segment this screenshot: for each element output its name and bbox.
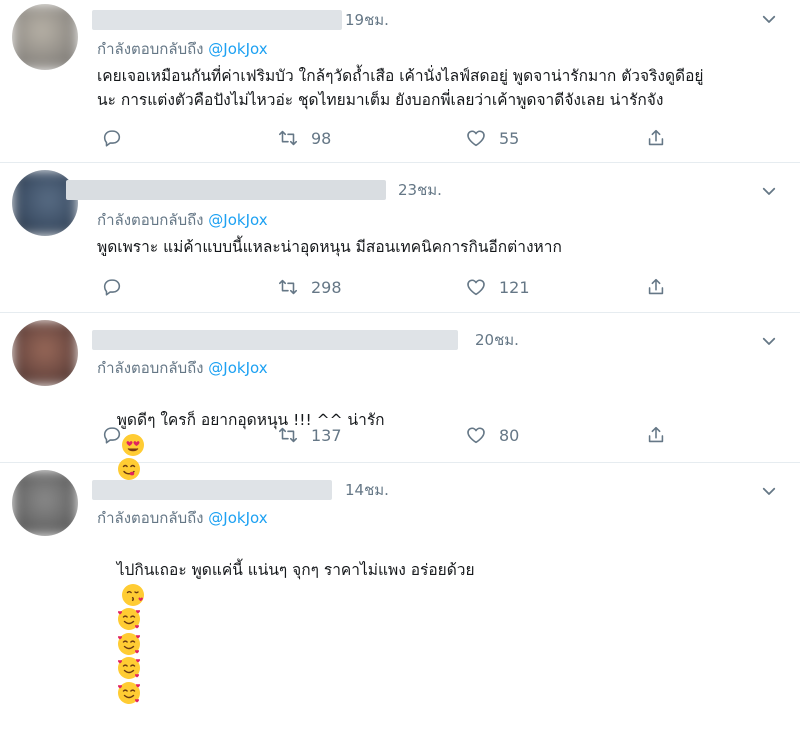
smiling-hearts-emoji-icon	[117, 608, 140, 630]
like-button[interactable]: 55	[465, 125, 519, 151]
tweet-text: เคยเจอเหมือนกันที่ค่าเฟริมบัว ใกล้ๆวัดถ้…	[97, 67, 704, 109]
like-count: 121	[499, 277, 530, 297]
reply-handle-link[interactable]: @JokJox	[208, 359, 267, 377]
tweet-header: 19ชม.	[92, 8, 712, 32]
reply-icon	[103, 279, 121, 296]
smiling-hearts-emoji-icon	[117, 657, 140, 679]
reply-prefix: กำลังตอบกลับถึง	[97, 509, 204, 527]
timestamp[interactable]: 20ชม.	[475, 328, 519, 352]
timestamp[interactable]: 19ชม.	[345, 8, 389, 32]
retweet-button[interactable]: 137	[277, 422, 342, 448]
chevron-down-icon[interactable]	[760, 332, 778, 350]
reply-handle-link[interactable]: @JokJox	[208, 509, 267, 527]
like-count: 80	[499, 425, 520, 445]
reply-button[interactable]	[101, 422, 123, 448]
share-button[interactable]	[645, 274, 667, 300]
like-button[interactable]: 80	[465, 422, 519, 448]
retweet-icon	[278, 130, 298, 146]
retweet-icon	[278, 279, 298, 295]
smiling-hearts-emoji-icon	[117, 681, 140, 704]
share-button[interactable]	[645, 125, 667, 151]
chevron-down-icon[interactable]	[760, 182, 778, 200]
reply-to-line: กำลังตอบกลับถึง @JokJox	[97, 356, 268, 380]
timestamp[interactable]: 23ชม.	[398, 178, 442, 202]
heart-icon	[467, 279, 485, 296]
reply-to-line: กำลังตอบกลับถึง @JokJox	[97, 506, 268, 530]
tweet[interactable]: 14ชม. กำลังตอบกลับถึง @JokJox ไปกินเถอะ …	[0, 462, 800, 704]
retweet-button[interactable]: 98	[277, 125, 331, 151]
tweet-text: พูดเพราะ แม่ค้าแบบนี้แหละน่าอุดหนุน มีสอ…	[97, 238, 562, 256]
kissing-heart-emoji-icon	[121, 583, 144, 606]
tweet-actions: 137 80	[97, 422, 697, 448]
like-count: 55	[499, 128, 520, 148]
retweet-count: 298	[311, 277, 342, 297]
avatar[interactable]	[12, 320, 78, 386]
author-name-redacted	[92, 480, 332, 500]
avatar[interactable]	[12, 470, 78, 536]
reply-to-line: กำลังตอบกลับถึง @JokJox	[97, 37, 268, 61]
chevron-down-icon[interactable]	[760, 10, 778, 28]
retweet-count: 98	[311, 128, 332, 148]
reply-handle-link[interactable]: @JokJox	[208, 40, 267, 58]
chevron-down-icon[interactable]	[760, 482, 778, 500]
author-name-redacted	[66, 180, 386, 200]
tweet[interactable]: 20ชม. กำลังตอบกลับถึง @JokJox พูดดีๆ ใคร…	[0, 312, 800, 480]
tweet[interactable]: 19ชม. กำลังตอบกลับถึง @JokJox เคยเจอเหมื…	[0, 0, 800, 163]
like-button[interactable]: 121	[465, 274, 530, 300]
heart-icon	[467, 130, 485, 147]
share-icon	[648, 129, 664, 146]
share-button[interactable]	[645, 422, 667, 448]
retweet-count: 137	[311, 425, 342, 445]
author-name-redacted	[92, 330, 458, 350]
retweet-button[interactable]: 298	[277, 274, 342, 300]
tweet-header: 20ชม.	[92, 328, 712, 352]
reply-prefix: กำลังตอบกลับถึง	[97, 40, 204, 58]
heart-icon	[467, 427, 485, 444]
tweet-actions: 298 121	[97, 274, 697, 300]
avatar[interactable]	[12, 4, 78, 70]
reply-prefix: กำลังตอบกลับถึง	[97, 359, 204, 377]
reply-to-line: กำลังตอบกลับถึง @JokJox	[97, 208, 268, 232]
tweet-text-row: ไปกินเถอะ พูดแค่นี้ แน่นๆ จุกๆ ราคาไม่แพ…	[97, 534, 697, 729]
share-icon	[648, 426, 664, 443]
reply-prefix: กำลังตอบกลับถึง	[97, 211, 204, 229]
reply-icon	[103, 427, 121, 444]
tweet-header: 23ชม.	[66, 178, 712, 202]
retweet-icon	[278, 427, 298, 443]
smiling-hearts-emoji-icon	[117, 632, 140, 655]
author-name-redacted	[92, 10, 342, 30]
tweet-header: 14ชม.	[92, 478, 712, 502]
reply-handle-link[interactable]: @JokJox	[208, 211, 267, 229]
reply-button[interactable]	[101, 125, 123, 151]
tweet-text: ไปกินเถอะ พูดแค่นี้ แน่นๆ จุกๆ ราคาไม่แพ…	[116, 561, 475, 579]
timestamp[interactable]: 14ชม.	[345, 478, 389, 502]
tweet-actions: 98 55	[97, 125, 697, 151]
reply-button[interactable]	[101, 274, 123, 300]
share-icon	[648, 278, 664, 295]
tweet[interactable]: 23ชม. กำลังตอบกลับถึง @JokJox พูดเพราะ แ…	[0, 162, 800, 313]
reply-icon	[103, 130, 121, 147]
